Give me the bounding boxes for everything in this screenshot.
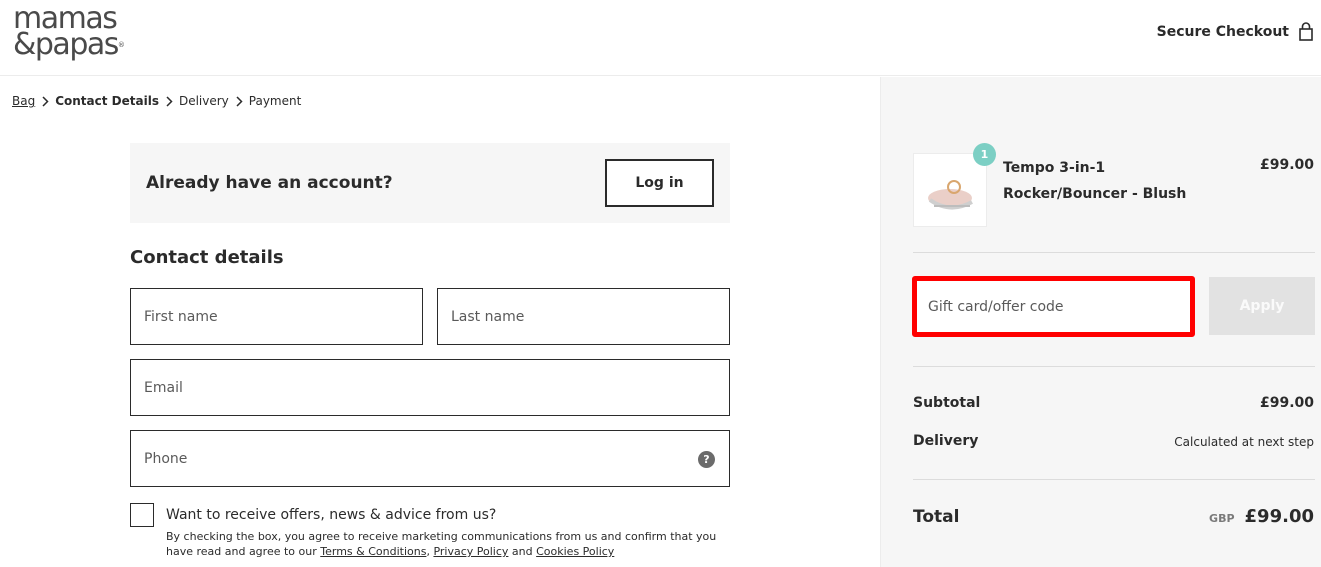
gift-card-code-field (912, 276, 1195, 337)
privacy-policy-link[interactable]: Privacy Policy (433, 545, 508, 558)
chevron-right-icon (229, 95, 249, 107)
delivery-value: Calculated at next step (1174, 435, 1314, 449)
logo-line-2: &papas® (13, 30, 125, 60)
phone-field: ? (130, 430, 730, 487)
site-header: mamas &papas® Secure Checkout (0, 0, 1321, 76)
product-name: Tempo 3-in-1 Rocker/Bouncer - Blush (1003, 160, 1187, 202)
rocker-bouncer-image (928, 180, 973, 210)
phone-input[interactable] (131, 431, 729, 486)
marketing-disclaimer: By checking the box, you agree to receiv… (166, 529, 731, 559)
breadcrumb: Bag Contact Details Delivery Payment (12, 94, 301, 108)
summary-divider (913, 252, 1315, 253)
marketing-opt-in-label: Want to receive offers, news & advice fr… (166, 507, 497, 523)
log-in-button[interactable]: Log in (605, 159, 714, 207)
padlock-icon (1299, 22, 1313, 41)
terms-conditions-link[interactable]: Terms & Conditions (320, 545, 426, 558)
first-name-input[interactable] (131, 289, 422, 344)
currency-code: GBP (1209, 512, 1235, 525)
registered-mark: ® (117, 41, 125, 49)
breadcrumb-delivery: Delivery (178, 94, 229, 108)
cookies-policy-link[interactable]: Cookies Policy (536, 545, 614, 558)
email-input[interactable] (131, 360, 729, 415)
mamas-papas-logo[interactable]: mamas &papas® (13, 4, 125, 60)
delivery-label: Delivery (913, 433, 979, 449)
first-name-field (130, 288, 423, 345)
chevron-right-icon (35, 95, 55, 107)
product-thumbnail (913, 153, 987, 227)
total-amount: GBP £99.00 (1209, 506, 1314, 527)
last-name-input[interactable] (438, 289, 729, 344)
disclaimer-and: and (508, 545, 537, 558)
gift-card-code-input[interactable] (917, 281, 1190, 332)
last-name-field (437, 288, 730, 345)
total-value: £99.00 (1244, 506, 1314, 527)
chevron-right-icon (159, 95, 179, 107)
email-field (130, 359, 730, 416)
product-price: £99.00 (1259, 157, 1314, 173)
total-label: Total (913, 507, 960, 527)
question-icon[interactable]: ? (698, 451, 715, 468)
account-prompt-box: Already have an account? Log in (130, 143, 730, 223)
secure-checkout: Secure Checkout (1157, 22, 1313, 41)
apply-code-button[interactable]: Apply (1209, 277, 1315, 335)
quantity-badge: 1 (973, 143, 996, 166)
subtotal-label: Subtotal (913, 395, 981, 411)
marketing-opt-in-checkbox[interactable] (130, 503, 154, 527)
summary-divider (913, 366, 1315, 367)
account-prompt-text: Already have an account? (146, 173, 393, 193)
breadcrumb-bag-link[interactable]: Bag (12, 94, 35, 108)
logo-line-2-text: &papas (13, 27, 119, 62)
order-summary: 1 Tempo 3-in-1 Rocker/Bouncer - Blush £9… (880, 77, 1321, 567)
breadcrumb-contact-details: Contact Details (55, 94, 159, 108)
secure-checkout-label: Secure Checkout (1156, 23, 1289, 40)
breadcrumb-payment: Payment (248, 94, 302, 108)
summary-divider (913, 479, 1315, 480)
subtotal-value: £99.00 (1259, 395, 1314, 411)
contact-details-title: Contact details (130, 247, 284, 268)
